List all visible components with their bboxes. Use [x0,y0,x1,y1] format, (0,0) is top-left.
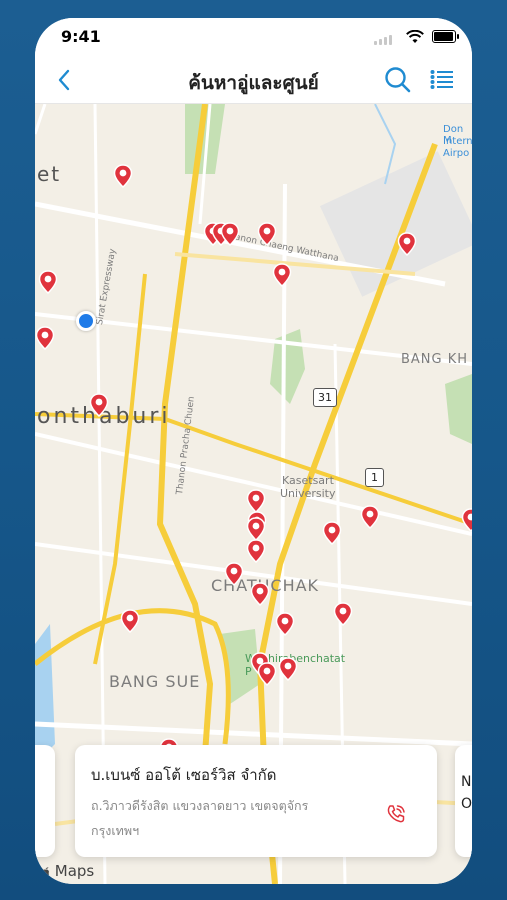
right-card-line-1: NE [461,774,472,790]
map-pin-icon[interactable] [246,489,266,513]
nav-bar: ค้นหาอู่และศูนย์ [35,58,472,104]
map-pin-icon[interactable] [113,164,133,188]
map-pin-icon[interactable] [89,393,109,417]
card-shop-name: บ.เบนซ์ ออโต้ เซอร์วิส จำกัด [91,766,277,784]
map-pin-icon[interactable] [246,517,266,541]
route-31-sign: 31 [313,388,337,407]
map-pin-icon[interactable] [272,263,292,287]
map-pin-icon[interactable] [224,562,244,586]
map-pin-icon[interactable] [333,602,353,626]
map-label-bang-sue: BANG SUE [109,672,201,691]
status-bar: 9:41 [35,18,472,58]
left-result-card[interactable] [35,745,55,857]
wifi-icon [406,30,424,43]
signal-icon [374,35,392,45]
map-pin-icon[interactable] [275,612,295,636]
map-pin-icon[interactable] [360,505,380,529]
map-pin-icon[interactable] [35,326,55,350]
current-location-dot [76,311,96,331]
route-1-sign: 1 [365,468,384,487]
map-label-et: et [37,162,62,186]
phone-call-icon[interactable] [385,803,407,825]
map-pin-icon[interactable] [257,222,277,246]
map-pin-icon[interactable] [250,582,270,606]
status-time: 9:41 [61,27,101,46]
right-card-text: NE Ol [461,771,472,815]
result-card[interactable]: บ.เบนซ์ ออโต้ เซอร์วิส จำกัด ถ.วิภาวดีรั… [75,745,437,857]
map-label-kasetsart: Kasetsart [282,474,334,487]
map-label-bang-khen: BANG KH [401,352,469,367]
search-icon[interactable] [384,66,412,94]
map-pin-icon[interactable] [397,232,417,256]
map-label-don-mueang-2: Intern [443,136,472,147]
apple-logo-icon [42,867,49,877]
map-pin-icon[interactable] [322,521,342,545]
phone-frame: 9:41 ค้นหาอู่และศูนย์ et onthaburi BANG … [35,18,472,884]
map-pin-icon[interactable] [220,222,240,246]
map-label-university: University [280,487,336,500]
map-pin-icon[interactable] [120,609,140,633]
card-address: ถ.วิภาวดีรังสิต แขวงลาดยาว เขตจตุจักร กร… [91,798,309,838]
right-card-line-2: Ol [461,796,472,812]
maps-logo-text: Maps [54,862,95,880]
map-pin-icon[interactable] [246,539,266,563]
map-pin-icon[interactable] [461,508,472,532]
map-pin-icon[interactable] [278,657,298,681]
list-icon[interactable] [430,69,454,91]
map-label-don-mueang-3: Airpo [443,148,470,159]
right-result-card[interactable]: NE Ol [455,745,472,857]
apple-maps-logo: Maps [41,862,94,880]
map-pin-icon[interactable] [257,662,277,686]
map-pin-icon[interactable] [38,270,58,294]
battery-icon [432,30,459,43]
